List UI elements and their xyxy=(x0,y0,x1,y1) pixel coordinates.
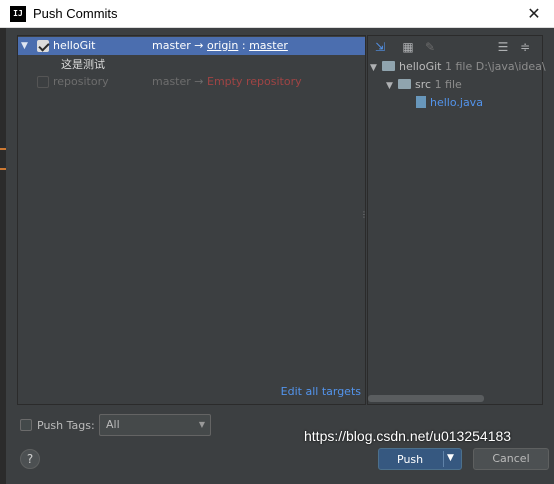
target-branch-link[interactable]: master xyxy=(249,39,288,52)
horizontal-scrollbar[interactable] xyxy=(368,395,484,402)
tree-file-hello-java[interactable]: hello.java xyxy=(416,96,483,109)
window-title: Push Commits xyxy=(33,6,118,21)
push-tags-label: Push Tags: xyxy=(37,419,95,432)
collapse-all-icon[interactable]: ≑ xyxy=(517,39,533,55)
remote-link[interactable]: origin xyxy=(207,39,238,52)
push-target: master → origin : master xyxy=(152,39,288,52)
edit-all-targets-link[interactable]: Edit all targets xyxy=(281,385,361,398)
hellogit-checkbox[interactable] xyxy=(37,40,49,52)
file-name: hello.java xyxy=(430,96,483,109)
tree-root-hellogit[interactable]: ▼ helloGit 1 file D:\java\idea\ xyxy=(370,60,546,73)
push-target: master → Empty repository xyxy=(152,75,302,88)
repository-checkbox[interactable] xyxy=(37,76,49,88)
commit-message[interactable]: 这是测试 xyxy=(61,56,105,72)
chevron-down-icon: ▼ xyxy=(198,420,205,429)
panel-splitter-handle[interactable]: ⋮ xyxy=(360,211,368,227)
remote-separator: : xyxy=(241,39,246,52)
changes-tree-panel[interactable]: ⇲ ▦ ✎ ☰ ≑ ▼ helloGit 1 file D:\java\idea\… xyxy=(367,35,546,405)
push-button[interactable]: Push ▼ xyxy=(378,448,462,470)
title-bar: IJ Push Commits ✕ xyxy=(0,0,554,28)
expand-arrow-icon[interactable]: ▼ xyxy=(370,63,382,73)
cancel-button[interactable]: Cancel xyxy=(473,448,549,470)
expand-arrow-icon[interactable]: ▼ xyxy=(386,81,398,91)
arrow-glyph: → xyxy=(194,39,204,52)
help-button[interactable]: ? xyxy=(20,449,40,469)
push-button-label: Push xyxy=(397,453,424,466)
source-branch: master xyxy=(152,75,191,88)
expand-all-icon[interactable]: ☰ xyxy=(495,39,511,55)
expand-arrow-icon[interactable]: ▼ xyxy=(21,41,28,51)
root-path: D:\java\idea\ xyxy=(475,60,546,73)
repo-name: helloGit xyxy=(53,39,96,52)
edit-source-icon[interactable]: ✎ xyxy=(422,39,438,55)
java-file-icon xyxy=(416,96,426,108)
tags-select[interactable]: All ▼ xyxy=(99,414,211,436)
module-folder-icon xyxy=(382,61,395,71)
empty-repository-note: Empty repository xyxy=(207,75,302,88)
source-branch: master xyxy=(152,39,191,52)
repo-row-repository[interactable]: repository master → Empty repository xyxy=(18,73,365,91)
folder-name: src xyxy=(415,78,432,91)
folder-icon xyxy=(398,79,411,89)
root-file-count: 1 file xyxy=(444,60,473,73)
push-dialog: ▼ helloGit master → origin : master 这是测试… xyxy=(6,28,554,484)
close-button[interactable]: ✕ xyxy=(524,4,544,24)
tree-folder-src[interactable]: ▼ src 1 file xyxy=(386,78,462,91)
folder-file-count: 1 file xyxy=(434,78,462,91)
root-name: helloGit xyxy=(399,60,442,73)
intellij-app-icon: IJ xyxy=(10,6,26,22)
repo-row-hellogit[interactable]: ▼ helloGit master → origin : master xyxy=(18,37,365,55)
push-options-dropdown-icon[interactable]: ▼ xyxy=(447,453,454,463)
push-button-separator xyxy=(443,451,444,467)
collapse-arrows-icon[interactable]: ⇲ xyxy=(372,39,388,55)
arrow-glyph: → xyxy=(194,75,204,88)
commits-tree-panel[interactable]: ▼ helloGit master → origin : master 这是测试… xyxy=(17,35,366,405)
group-by-icon[interactable]: ▦ xyxy=(400,39,416,55)
watermark-text: https://blog.csdn.net/u013254183 xyxy=(304,428,512,444)
repo-name: repository xyxy=(53,75,109,88)
tags-select-value: All xyxy=(106,418,120,431)
push-tags-checkbox[interactable] xyxy=(20,419,32,431)
